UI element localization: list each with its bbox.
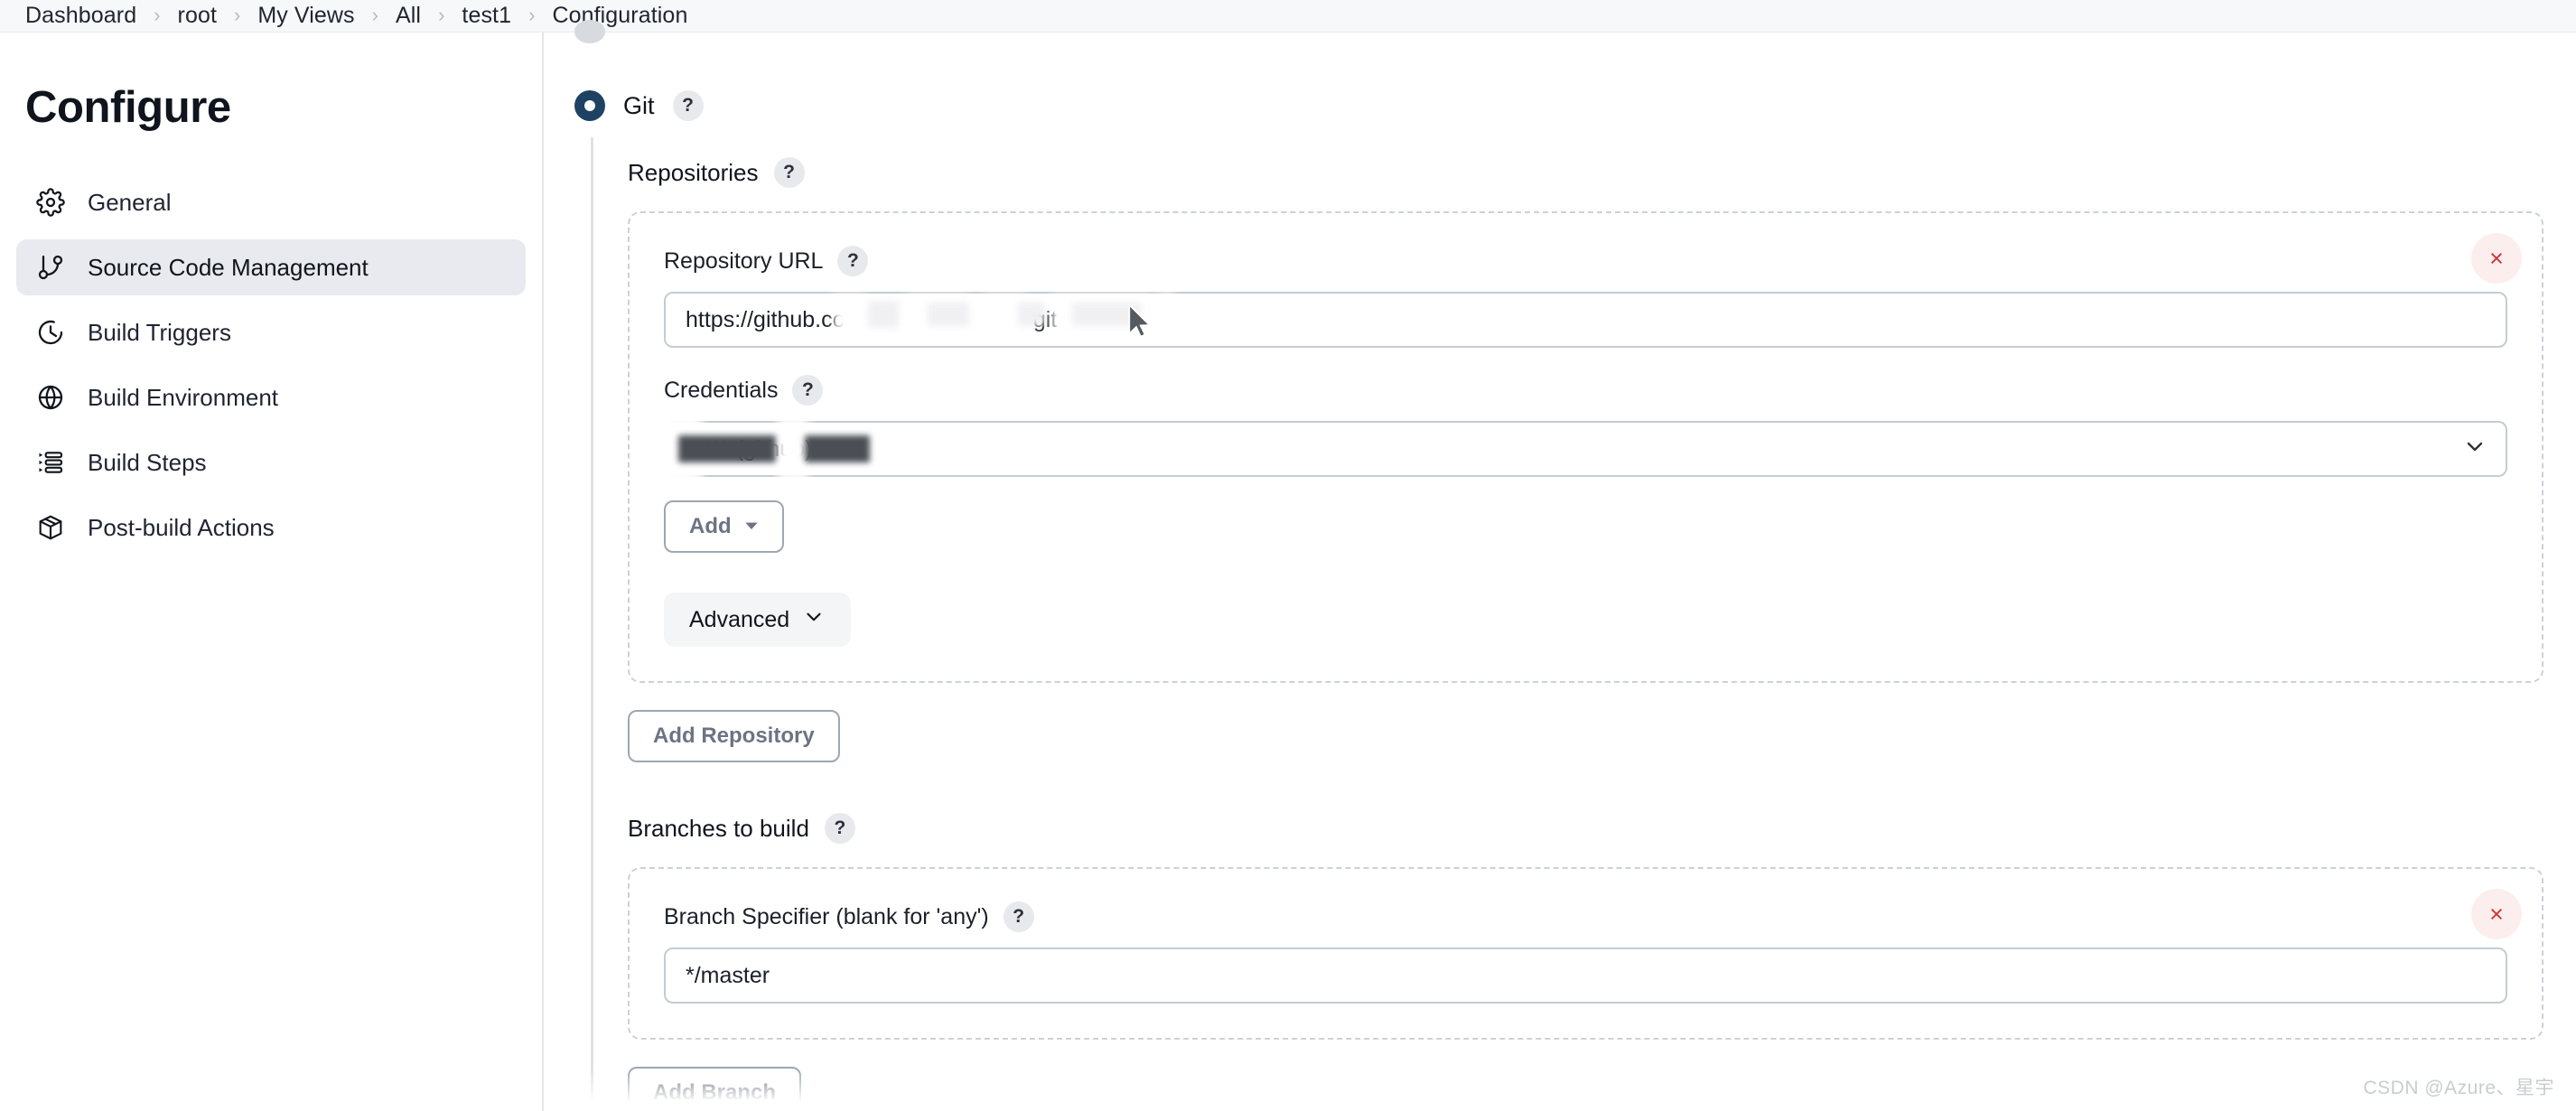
breadcrumb-item-configuration[interactable]: Configuration bbox=[550, 3, 689, 29]
help-icon[interactable]: ? bbox=[837, 246, 869, 276]
page-title: Configure bbox=[25, 83, 231, 132]
add-credentials-button[interactable]: Add bbox=[664, 500, 784, 553]
breadcrumb-item-my-views[interactable]: My Views bbox=[256, 3, 356, 29]
branches-header: Branches to build ? bbox=[628, 813, 2576, 844]
page-body: Configure General Source Code Management… bbox=[0, 20, 2576, 1111]
breadcrumb-item-root[interactable]: root bbox=[176, 3, 219, 29]
breadcrumb-separator-icon: › bbox=[154, 3, 161, 26]
sidebar-item-build-steps[interactable]: Build Steps bbox=[16, 434, 526, 490]
delete-repository-button[interactable]: × bbox=[2471, 233, 2522, 284]
branches-title: Branches to build bbox=[628, 814, 809, 842]
sidebar-item-general[interactable]: General bbox=[16, 174, 526, 230]
sidebar-item-build-environment[interactable]: Build Environment bbox=[16, 369, 526, 425]
credentials-select-wrap: ***** (github) bbox=[651, 415, 2507, 482]
git-radio-label: Git bbox=[623, 91, 655, 119]
chevron-down-icon bbox=[802, 605, 826, 635]
advanced-label: Advanced bbox=[689, 606, 790, 632]
git-settings: Repositories ? × Repository URL ? https:… bbox=[591, 137, 2576, 1111]
credentials-label-row: Credentials ? bbox=[664, 375, 2507, 406]
breadcrumb-separator-icon: › bbox=[528, 3, 536, 26]
credentials-label: Credentials bbox=[664, 377, 779, 403]
help-icon[interactable]: ? bbox=[1003, 901, 1034, 932]
breadcrumb: Dashboard › root › My Views › All › test… bbox=[0, 0, 2576, 33]
breadcrumb-item-all[interactable]: All bbox=[394, 3, 423, 29]
add-branch-row: Add Branch bbox=[628, 1067, 2576, 1111]
repository-card: × Repository URL ? https://github.co git… bbox=[628, 211, 2543, 683]
configure-main-content: Git ? Repositories ? × Repository URL ? bbox=[542, 20, 2576, 1111]
sidebar-item-label: Source Code Management bbox=[88, 253, 369, 281]
help-icon[interactable]: ? bbox=[672, 90, 704, 121]
clock-icon bbox=[36, 318, 65, 347]
watermark: CSDN @Azure、星宇 bbox=[2363, 1078, 2554, 1098]
repository-url-label-row: Repository URL ? bbox=[664, 246, 2507, 276]
package-icon bbox=[36, 513, 65, 542]
delete-branch-button[interactable]: × bbox=[2471, 889, 2522, 939]
credentials-field: Credentials ? ***** (github) Add bbox=[651, 375, 2507, 553]
sidebar-item-label: Post-build Actions bbox=[88, 513, 275, 541]
git-branch-icon bbox=[36, 253, 65, 282]
credentials-selected-value: ***** (github) bbox=[686, 435, 813, 462]
radio-selected-dot bbox=[584, 100, 595, 111]
add-branch-button[interactable]: Add Branch bbox=[628, 1067, 802, 1111]
breadcrumb-separator-icon: › bbox=[234, 3, 241, 26]
sidebar-item-post-build-actions[interactable]: Post-build Actions bbox=[16, 499, 526, 556]
repository-url-field: Repository URL ? bbox=[664, 246, 2507, 348]
sidebar-item-build-triggers[interactable]: Build Triggers bbox=[16, 304, 526, 360]
repositories-header: Repositories ? bbox=[628, 157, 2576, 188]
branch-card: × Branch Specifier (blank for 'any') ? bbox=[628, 867, 2543, 1040]
previous-option-cutoff bbox=[574, 20, 605, 43]
sidebar-item-label: Build Environment bbox=[88, 383, 278, 411]
list-icon bbox=[36, 448, 65, 477]
branch-specifier-input[interactable] bbox=[664, 948, 2507, 1004]
credentials-add-row: Add bbox=[664, 500, 2507, 553]
advanced-toggle-button[interactable]: Advanced bbox=[664, 593, 852, 647]
help-icon[interactable]: ? bbox=[792, 375, 824, 406]
caret-down-icon bbox=[744, 514, 759, 539]
git-radio-button[interactable] bbox=[574, 90, 605, 121]
help-icon[interactable]: ? bbox=[824, 813, 855, 844]
add-repository-button[interactable]: Add Repository bbox=[628, 710, 840, 762]
breadcrumb-item-test1[interactable]: test1 bbox=[460, 3, 513, 29]
breadcrumb-item-dashboard[interactable]: Dashboard bbox=[23, 3, 138, 29]
sidebar-item-label: Build Triggers bbox=[88, 318, 231, 346]
sidebar-nav: General Source Code Management Build Tri… bbox=[0, 174, 542, 556]
repository-url-label: Repository URL bbox=[664, 247, 824, 274]
sidebar-item-label: General bbox=[88, 188, 172, 216]
advanced-row: Advanced bbox=[664, 593, 2507, 647]
configure-sidebar: Configure General Source Code Management… bbox=[0, 33, 542, 1111]
branch-specifier-label-row: Branch Specifier (blank for 'any') ? bbox=[664, 901, 2507, 932]
scm-option-git[interactable]: Git ? bbox=[574, 85, 2576, 126]
credentials-select[interactable]: ***** (github) bbox=[664, 421, 2507, 477]
sidebar-item-label: Build Steps bbox=[88, 448, 207, 476]
help-icon[interactable]: ? bbox=[773, 157, 805, 188]
sidebar-item-source-code-management[interactable]: Source Code Management bbox=[16, 239, 526, 295]
gear-icon bbox=[36, 188, 65, 217]
scm-form: Git ? Repositories ? × Repository URL ? bbox=[544, 20, 2576, 1111]
add-repository-row: Add Repository bbox=[628, 710, 2576, 762]
add-credentials-label: Add bbox=[689, 514, 732, 538]
repository-url-input[interactable] bbox=[664, 292, 2507, 348]
branch-specifier-label: Branch Specifier (blank for 'any') bbox=[664, 903, 989, 929]
globe-icon bbox=[36, 383, 65, 412]
breadcrumb-separator-icon: › bbox=[438, 3, 445, 26]
branch-specifier-field: Branch Specifier (blank for 'any') ? bbox=[664, 901, 2507, 1004]
breadcrumb-separator-icon: › bbox=[371, 3, 378, 26]
repositories-title: Repositories bbox=[628, 158, 759, 186]
